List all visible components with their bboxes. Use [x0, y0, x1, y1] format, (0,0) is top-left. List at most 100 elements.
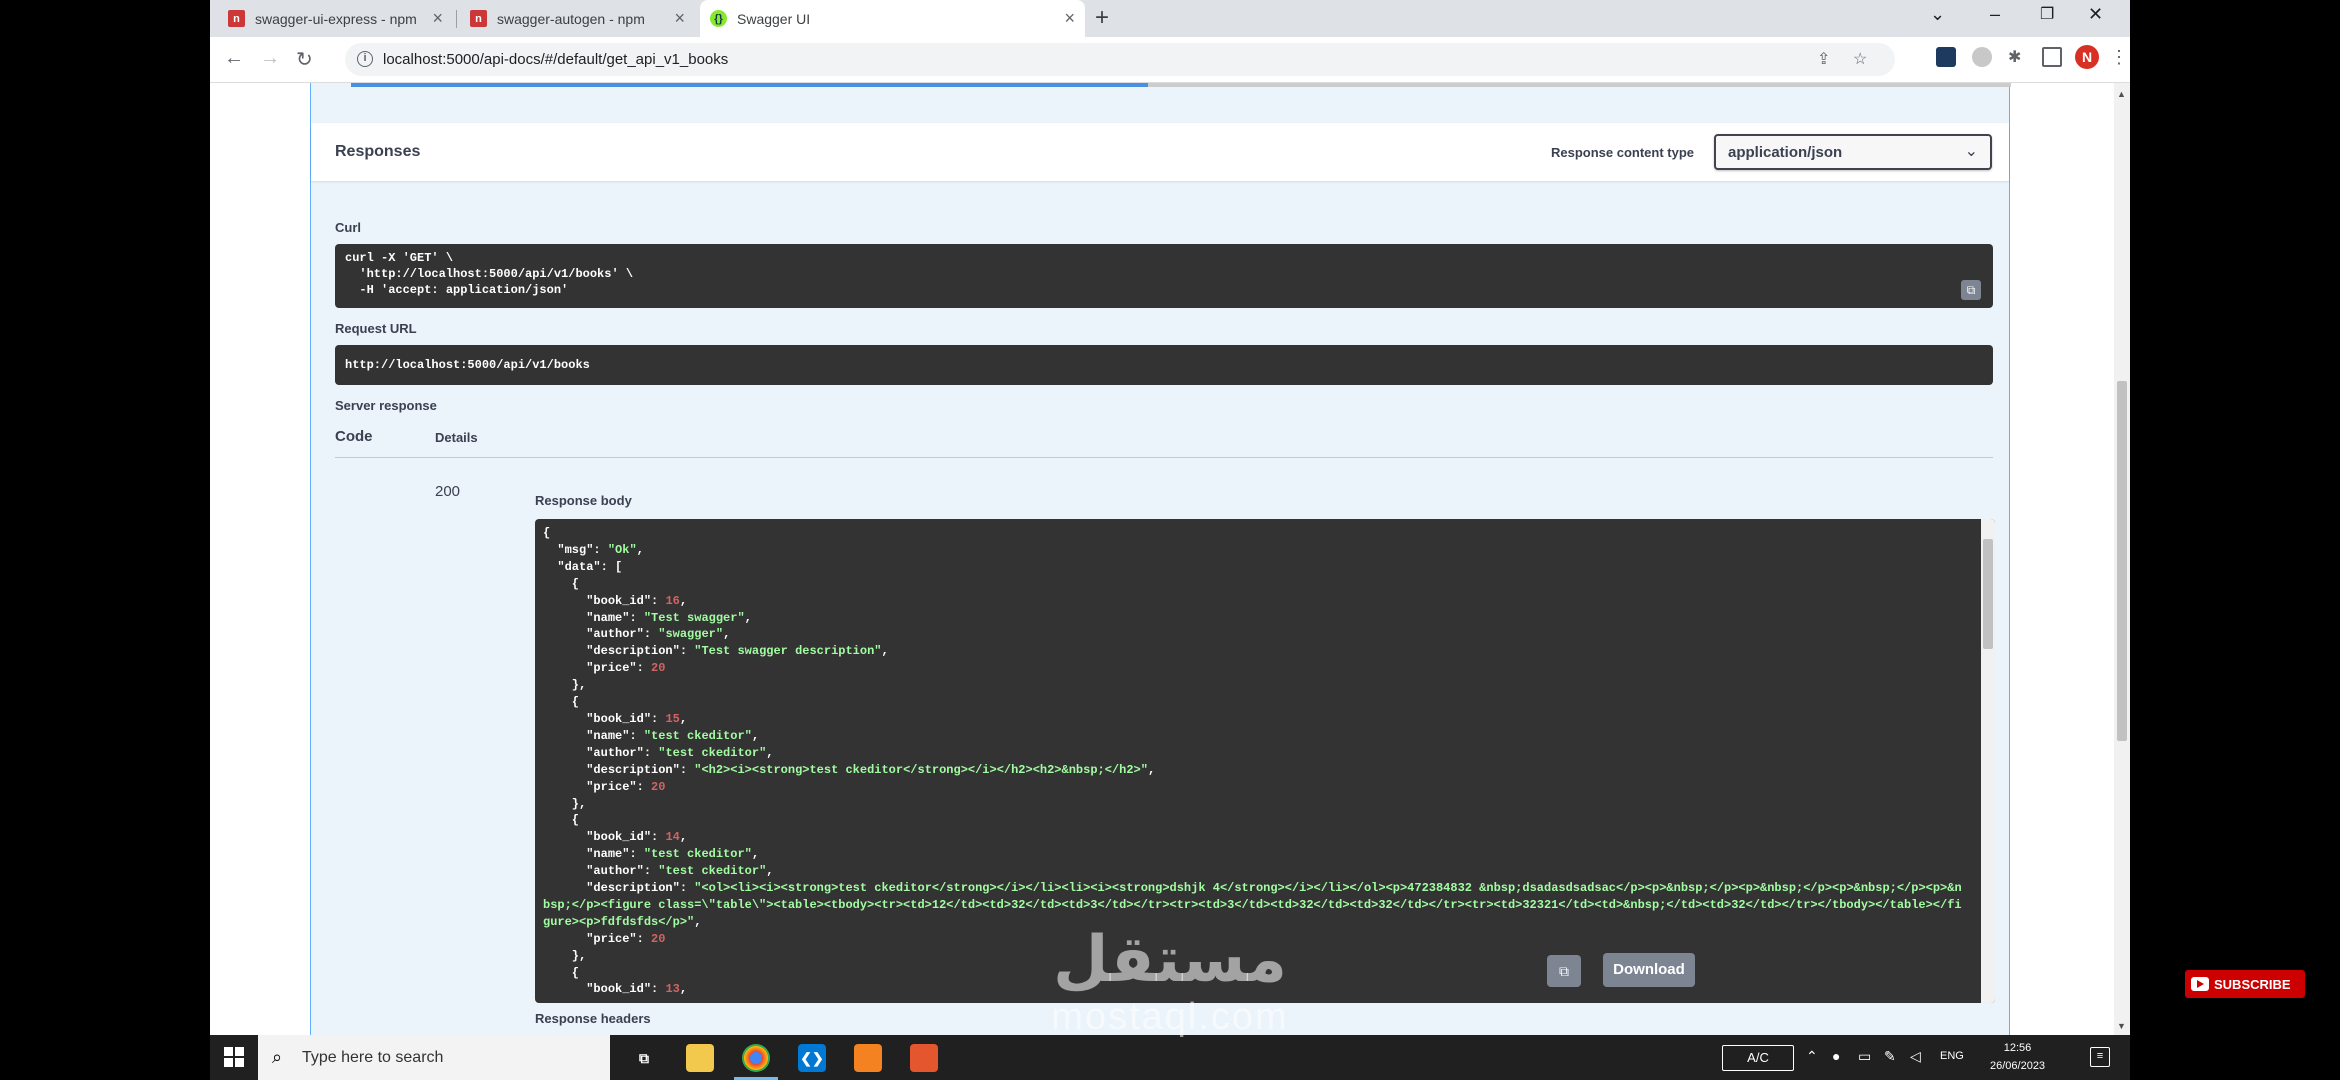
watermark-arabic: مستقل: [1052, 923, 1288, 997]
copy-icon[interactable]: ⧉: [1547, 955, 1581, 987]
close-icon[interactable]: ×: [432, 8, 443, 29]
reload-icon[interactable]: ↻: [296, 47, 313, 72]
forward-icon[interactable]: →: [260, 47, 280, 70]
page-scrollbar[interactable]: ▲ ▼: [2114, 83, 2130, 1035]
clock[interactable]: 12:56 26/06/2023: [1990, 1039, 2045, 1075]
minimize-icon[interactable]: –: [1990, 4, 2000, 25]
site-info-icon[interactable]: i: [357, 51, 373, 67]
operation-block: Responses Response content type applicat…: [310, 83, 2011, 1035]
code-column-header: Code: [335, 428, 373, 445]
tab-swagger-ui-express[interactable]: n swagger-ui-express - npm ×: [218, 0, 453, 37]
progress-fill: [351, 83, 1148, 87]
new-tab-button[interactable]: +: [1095, 4, 1109, 32]
page-scrollbar-thumb[interactable]: [2117, 381, 2127, 741]
scroll-up-icon[interactable]: ▲: [2117, 89, 2126, 99]
menu-icon[interactable]: ⋮: [2110, 47, 2130, 67]
json-price: 20: [651, 931, 666, 946]
response-scrollbar-thumb[interactable]: [1983, 539, 1993, 649]
share-icon[interactable]: ⇪: [1817, 49, 1830, 69]
json-description: <ol><li><i><strong>test ckeditor</strong…: [543, 881, 1962, 929]
curl-code: curl -X 'GET' \ 'http://localhost:5000/a…: [335, 244, 1993, 308]
swagger-page: Responses Response content type applicat…: [210, 83, 2130, 1035]
json-book-id: 15: [665, 711, 680, 726]
responses-title: Responses: [335, 143, 421, 160]
network-icon[interactable]: ▭: [1858, 1048, 1871, 1065]
response-headers-label: Response headers: [535, 1011, 651, 1026]
pen-icon[interactable]: ✎: [1884, 1048, 1896, 1065]
json-description: <h2><i><strong>test ckeditor</strong></i…: [701, 762, 1141, 777]
clock-date: 26/06/2023: [1990, 1060, 2046, 1072]
watermark: مستقل mostaql.com: [1020, 925, 1320, 1039]
close-icon[interactable]: ×: [674, 8, 685, 29]
json-price: 20: [651, 661, 666, 676]
request-url: http://localhost:5000/api/v1/books: [335, 345, 1993, 385]
json-price: 20: [651, 779, 666, 794]
request-url-label: Request URL: [335, 321, 417, 336]
json-description: Test swagger description: [701, 644, 875, 659]
json-book-id: 14: [665, 830, 680, 845]
download-button[interactable]: Download: [1603, 953, 1695, 987]
close-icon[interactable]: ×: [1064, 8, 1075, 29]
content-type-select[interactable]: application/json ⌄: [1714, 134, 1992, 170]
task-view-icon[interactable]: ⧉: [630, 1044, 658, 1072]
windows-taskbar: ⌕ Type here to search ⧉ ❮❯ A/C ⌃ ● ▭ ✎ ◁…: [210, 1035, 2130, 1080]
tab-search-icon[interactable]: ⌄: [1930, 4, 1945, 25]
json-book-id: 16: [665, 593, 680, 608]
json-name: Test swagger: [651, 610, 738, 625]
chrome-icon[interactable]: [742, 1044, 770, 1072]
chevron-down-icon: ⌄: [1964, 143, 1978, 160]
xampp-icon[interactable]: [854, 1044, 882, 1072]
browser-tab-strip: n swagger-ui-express - npm × n swagger-a…: [210, 0, 2130, 37]
json-msg: Ok: [615, 542, 630, 557]
microphone-icon[interactable]: ●: [1832, 1048, 1840, 1064]
taskbar-search[interactable]: ⌕ Type here to search: [258, 1035, 610, 1080]
details-column-header: Details: [435, 430, 478, 445]
volume-icon[interactable]: ◁: [1910, 1048, 1921, 1065]
watermark-latin: mostaql.com: [1051, 996, 1289, 1038]
content-type-label: Response content type: [1551, 145, 1695, 160]
profile-avatar[interactable]: N: [2075, 45, 2099, 69]
side-panel-icon[interactable]: [2042, 47, 2062, 67]
subscribe-label: SUBSCRIBE: [2214, 976, 2291, 992]
json-author: test ckeditor: [665, 864, 760, 879]
chevron-up-icon[interactable]: ⌃: [1806, 1048, 1818, 1065]
address-bar[interactable]: i localhost:5000/api-docs/#/default/get_…: [345, 43, 1895, 76]
notification-icon[interactable]: ≡: [2090, 1047, 2110, 1067]
response-table-header: Code Details: [335, 428, 1993, 458]
vscode-icon[interactable]: ❮❯: [798, 1044, 826, 1072]
scroll-down-icon[interactable]: ▼: [2117, 1021, 2126, 1031]
windows-start-icon[interactable]: [224, 1047, 244, 1067]
tab-title: swagger-ui-express - npm: [255, 10, 417, 27]
tab-separator: [456, 10, 457, 28]
json-author: test ckeditor: [665, 745, 760, 760]
bookmark-star-icon[interactable]: ☆: [1853, 49, 1867, 69]
subscribe-button[interactable]: SUBSCRIBE: [2185, 970, 2305, 998]
extensions-puzzle-icon[interactable]: ✱: [2008, 47, 2028, 67]
extension-icon[interactable]: [1972, 47, 1992, 67]
window-close-icon[interactable]: ✕: [2088, 4, 2103, 25]
app-icon[interactable]: [910, 1044, 938, 1072]
language-indicator[interactable]: ENG: [1940, 1050, 1964, 1062]
extension-icon[interactable]: [1936, 47, 1956, 67]
screen: n swagger-ui-express - npm × n swagger-a…: [210, 0, 2130, 1080]
tab-swagger-ui[interactable]: {} Swagger UI ×: [700, 0, 1085, 37]
copy-icon[interactable]: ⧉: [1961, 280, 1981, 300]
json-name: test ckeditor: [651, 728, 745, 743]
url-text[interactable]: localhost:5000/api-docs/#/default/get_ap…: [383, 51, 728, 68]
search-placeholder: Type here to search: [302, 1049, 444, 1066]
tab-swagger-autogen[interactable]: n swagger-autogen - npm ×: [460, 0, 695, 37]
status-code: 200: [435, 483, 461, 500]
response-scrollbar[interactable]: [1981, 519, 1995, 1003]
input-indicator[interactable]: A/C: [1722, 1045, 1794, 1071]
back-icon[interactable]: ←: [224, 47, 244, 70]
tab-title: swagger-autogen - npm: [497, 10, 645, 27]
json-author: swagger: [665, 627, 716, 642]
responses-header: Responses Response content type applicat…: [311, 123, 2009, 181]
restore-icon[interactable]: ❐: [2040, 4, 2054, 24]
play-icon: [2191, 977, 2209, 991]
clock-time: 12:56: [2003, 1042, 2032, 1054]
file-explorer-icon[interactable]: [686, 1044, 714, 1072]
content-type-value: application/json: [1728, 144, 1843, 161]
tab-title: Swagger UI: [737, 10, 811, 27]
search-icon: ⌕: [272, 1047, 283, 1067]
